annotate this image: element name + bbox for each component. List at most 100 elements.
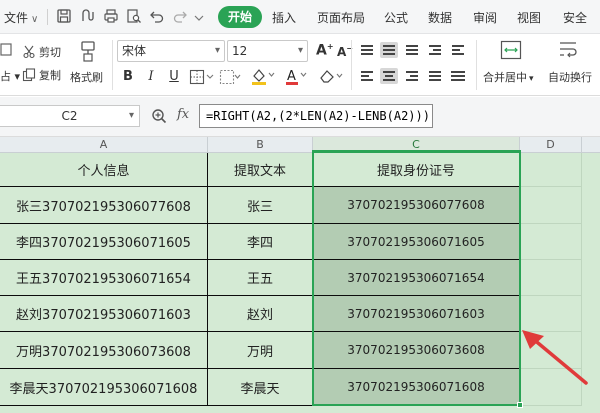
merge-center-button[interactable]: 合并居中 ▾ <box>483 69 534 85</box>
italic-button[interactable]: I <box>143 69 159 85</box>
align-middle-icon[interactable] <box>380 42 398 58</box>
empty-cell[interactable] <box>520 224 582 260</box>
insert-function-button[interactable]: fx <box>177 107 189 122</box>
paste-label-fragment: 占 ▾ <box>0 70 21 83</box>
scissors-icon <box>22 45 36 59</box>
cell-personal-info[interactable]: 万明370702195306073608 <box>0 332 208 369</box>
merge-center-icon[interactable] <box>500 40 522 60</box>
zoom-icon[interactable] <box>151 108 167 124</box>
cell-extracted-text[interactable]: 张三 <box>208 187 313 224</box>
copy-button[interactable]: 复制 <box>22 67 61 83</box>
align-bottom-icon[interactable] <box>403 42 421 58</box>
font-name-value: 宋体 <box>122 44 147 58</box>
cell-personal-info[interactable]: 张三370702195306077608 <box>0 187 208 224</box>
header-cell-extracted-text[interactable]: 提取文本 <box>208 153 313 187</box>
format-painter-label[interactable]: 格式刷 <box>70 69 103 85</box>
annotation-arrow <box>522 330 588 385</box>
format-painter-icon[interactable] <box>75 40 101 62</box>
empty-cell[interactable] <box>520 260 582 296</box>
paste-dropdown[interactable]: 占 ▾ <box>0 68 20 84</box>
chevron-down-icon: ▾ <box>214 45 220 56</box>
cell-extracted-id[interactable]: 370702195306071608 <box>313 369 520 406</box>
undo-icon[interactable] <box>149 8 165 24</box>
empty-cell[interactable] <box>520 153 582 187</box>
fill-color-icon[interactable] <box>250 67 276 85</box>
underline-button[interactable]: U <box>166 69 182 85</box>
cell-personal-info[interactable]: 赵刘370702195306071603 <box>0 296 208 332</box>
cell-extracted-id[interactable]: 370702195306071605 <box>313 224 520 260</box>
cell-personal-info[interactable]: 李晨天370702195306071608 <box>0 369 208 406</box>
increase-font-icon[interactable]: A+ <box>316 42 334 59</box>
chevron-down-icon: ▾ <box>128 110 134 121</box>
font-color-icon[interactable]: A <box>284 67 310 85</box>
ribbon-divider <box>112 40 113 90</box>
column-header-d[interactable]: D <box>520 137 582 153</box>
align-left-icon[interactable] <box>358 68 376 84</box>
cell-extracted-text[interactable]: 万明 <box>208 332 313 369</box>
border-icon[interactable] <box>189 69 215 85</box>
tab-page-layout[interactable]: 页面布局 <box>317 9 365 26</box>
tab-security[interactable]: 安全 <box>563 9 587 26</box>
cell-extracted-text[interactable]: 王五 <box>208 260 313 296</box>
fill-handle[interactable] <box>517 402 523 408</box>
customize-toolbar-icon[interactable] <box>194 10 204 26</box>
cut-button[interactable]: 剪切 <box>22 44 61 60</box>
ribbon-toolbar: 占 ▾ 剪切 复制 格式刷 宋体 ▾ 12 ▾ A+ A− B I U A 合并… <box>0 34 600 96</box>
output-pdf-icon[interactable] <box>80 8 96 24</box>
font-size-select[interactable]: 12 ▾ <box>227 40 308 62</box>
tab-view[interactable]: 视图 <box>517 9 541 26</box>
align-top-icon[interactable] <box>358 42 376 58</box>
indent-icon[interactable] <box>426 42 444 58</box>
svg-text:A: A <box>287 69 296 84</box>
bold-button[interactable]: B <box>120 69 136 85</box>
header-cell-extracted-id[interactable]: 提取身份证号 <box>313 153 520 187</box>
wrap-text-label[interactable]: 自动换行 <box>548 69 592 85</box>
tab-review[interactable]: 审阅 <box>473 9 497 26</box>
font-name-select[interactable]: 宋体 ▾ <box>117 40 225 62</box>
align-right-icon[interactable] <box>403 68 421 84</box>
cell-extracted-text[interactable]: 李晨天 <box>208 369 313 406</box>
cell-style-icon[interactable] <box>219 69 241 85</box>
tab-home[interactable]: 开始 <box>218 6 263 28</box>
save-icon[interactable] <box>56 8 72 24</box>
copy-icon <box>22 68 36 82</box>
tab-data[interactable]: 数据 <box>428 9 452 26</box>
align-center-icon[interactable] <box>380 68 398 84</box>
cell-personal-info[interactable]: 王五370702195306071654 <box>0 260 208 296</box>
column-header-a[interactable]: A <box>0 137 208 153</box>
cell-extracted-id[interactable]: 370702195306077608 <box>313 187 520 224</box>
file-menu[interactable]: 文件 ∨ <box>4 9 38 26</box>
cell-extracted-id[interactable]: 370702195306073608 <box>313 332 520 369</box>
empty-cell[interactable] <box>520 187 582 224</box>
copy-label: 复制 <box>39 69 61 82</box>
print-preview-icon[interactable] <box>126 8 142 24</box>
chevron-down-icon: ▾ <box>529 74 534 84</box>
formula-bar: C2 ▾ fx =RIGHT(A2,(2*LEN(A2)-LENB(A2))) <box>0 97 600 137</box>
ribbon-divider <box>476 40 477 90</box>
tab-formulas[interactable]: 公式 <box>384 9 408 26</box>
wrap-text-icon[interactable] <box>557 40 579 60</box>
cell-extracted-id[interactable]: 370702195306071654 <box>313 260 520 296</box>
column-header-b[interactable]: B <box>208 137 313 153</box>
ribbon-divider <box>351 40 352 90</box>
outdent-icon[interactable] <box>449 42 467 58</box>
print-icon[interactable] <box>103 8 119 24</box>
column-header-c[interactable]: C <box>313 137 520 153</box>
tab-insert[interactable]: 插入 <box>272 9 296 26</box>
header-cell-personal-info[interactable]: 个人信息 <box>0 153 208 187</box>
cell-extracted-text[interactable]: 李四 <box>208 224 313 260</box>
cell-extracted-id[interactable]: 370702195306071603 <box>313 296 520 332</box>
cell-extracted-text[interactable]: 赵刘 <box>208 296 313 332</box>
justify-icon[interactable] <box>426 68 444 84</box>
name-box[interactable]: C2 ▾ <box>0 105 140 127</box>
distributed-align-icon[interactable] <box>449 68 467 84</box>
spreadsheet-grid: A B C D 个人信息 提取文本 提取身份证号 张三3707021953060776… <box>0 137 600 413</box>
chevron-down-icon: ∨ <box>31 14 39 25</box>
column-header-e[interactable] <box>582 137 600 153</box>
formula-input[interactable]: =RIGHT(A2,(2*LEN(A2)-LENB(A2))) <box>199 104 433 128</box>
redo-icon[interactable] <box>172 8 188 24</box>
name-box-value: C2 <box>61 109 78 123</box>
paste-icon[interactable] <box>0 42 12 56</box>
clear-format-icon[interactable] <box>318 68 344 84</box>
cell-personal-info[interactable]: 李四370702195306071605 <box>0 224 208 260</box>
